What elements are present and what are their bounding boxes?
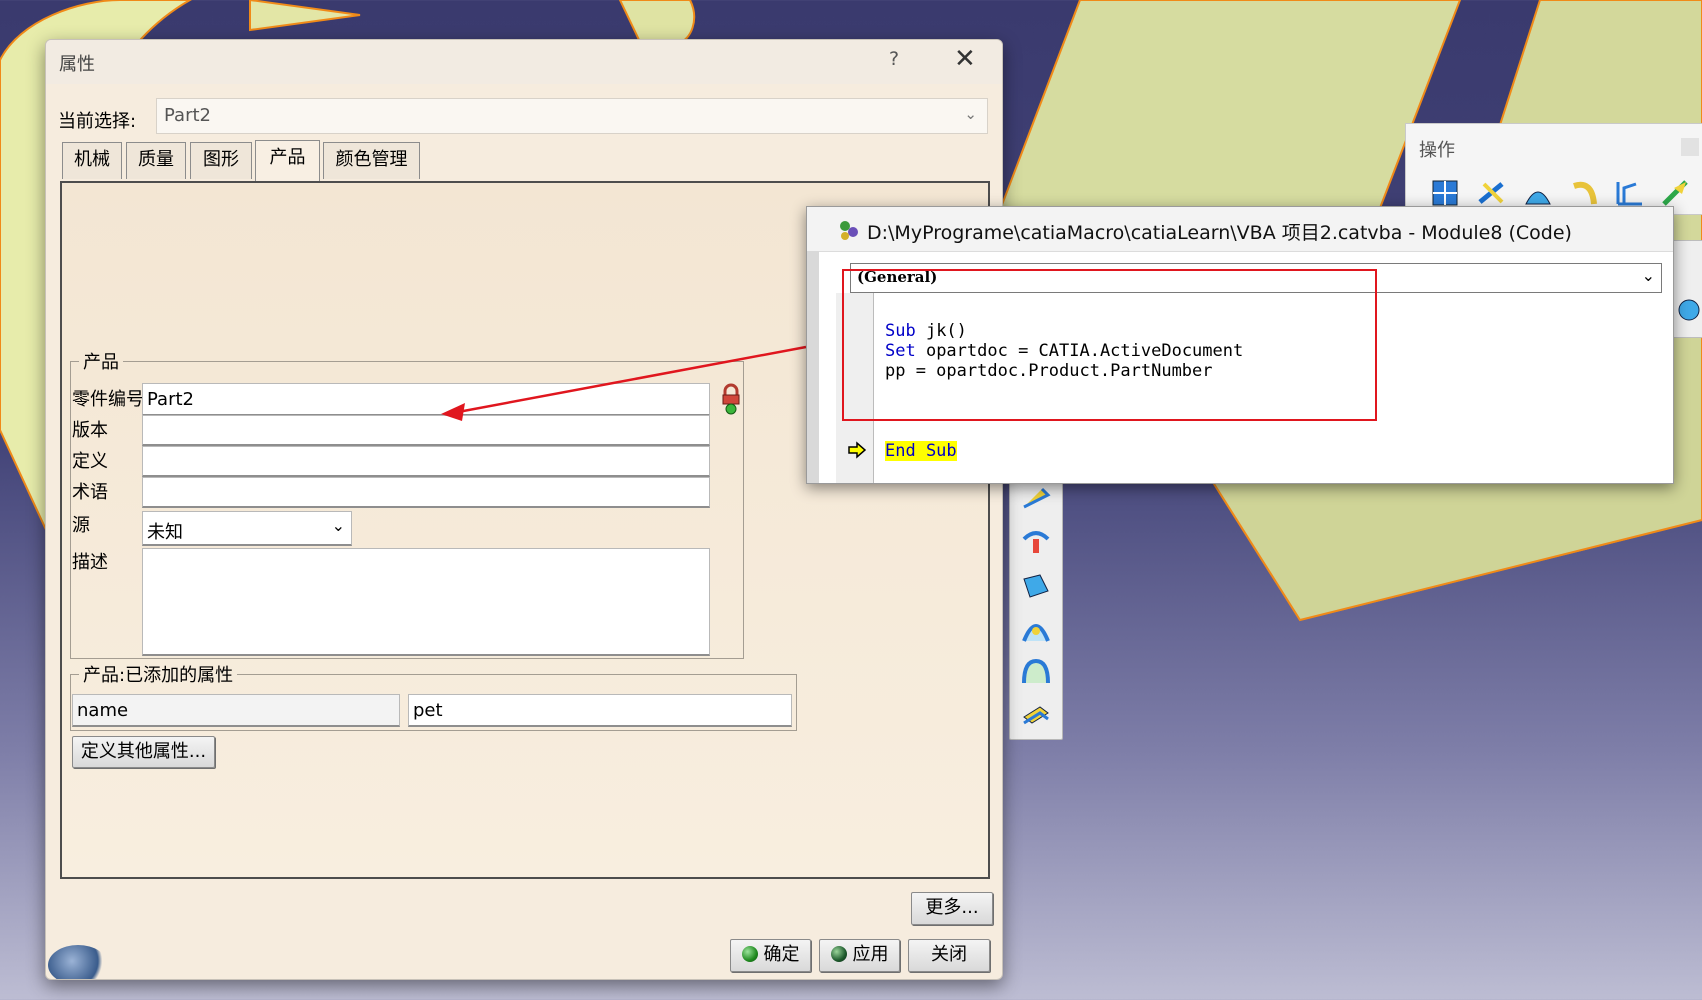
- added-property-value: pet: [413, 700, 443, 721]
- revision-field[interactable]: [142, 415, 710, 446]
- added-property-name-cell: name: [72, 694, 400, 727]
- blend-icon[interactable]: [1020, 657, 1052, 687]
- vba-module-icon: [840, 221, 858, 240]
- loft-icon[interactable]: [1020, 571, 1052, 601]
- close-button[interactable]: 关闭: [908, 939, 990, 972]
- lock-icon[interactable]: [719, 383, 743, 415]
- vba-code-window: D:\MyPrograme\catiaMacro\catiaLearn\VBA …: [806, 206, 1674, 484]
- revision-label: 版本: [72, 420, 108, 441]
- current-selection-value: Part2: [164, 105, 211, 126]
- help-button[interactable]: ?: [889, 48, 899, 70]
- tab-color-management[interactable]: 颜色管理: [323, 142, 420, 179]
- vba-titlebar[interactable]: D:\MyPrograme\catiaMacro\catiaLearn\VBA …: [807, 207, 1673, 252]
- properties-dialog: 属性 ? ✕ 当前选择: Part2 ⌄ 机械 质量 图形 产品 颜色管理 产品…: [45, 39, 1003, 980]
- tab-mechanical[interactable]: 机械: [62, 142, 122, 179]
- apply-button-label: 应用: [852, 944, 889, 965]
- added-property-name: name: [77, 700, 129, 721]
- apply-status-icon: [830, 946, 847, 962]
- trim-icon[interactable]: [1476, 178, 1508, 208]
- apply-button[interactable]: 应用: [819, 939, 900, 972]
- split-icon[interactable]: [1430, 178, 1462, 208]
- toolbar-close-icon[interactable]: [1681, 138, 1699, 156]
- current-selection-label: 当前选择:: [58, 111, 137, 132]
- chevron-down-icon: ⌄: [1641, 266, 1655, 285]
- tab-product[interactable]: 产品: [255, 140, 320, 181]
- added-properties-legend: 产品:已添加的属性: [83, 665, 234, 686]
- translate-icon[interactable]: [1660, 178, 1692, 208]
- source-select[interactable]: 未知 ⌄: [142, 511, 352, 546]
- close-icon[interactable]: ✕: [954, 44, 976, 74]
- part-number-value: Part2: [147, 389, 194, 410]
- multi-section-icon[interactable]: [1020, 699, 1052, 729]
- define-other-properties-button[interactable]: 定义其他属性...: [72, 736, 215, 768]
- ok-button[interactable]: 确定: [730, 939, 811, 972]
- part-number-label: 零件编号: [72, 389, 144, 410]
- vba-frame-edge: [807, 251, 819, 483]
- definition-label: 定义: [72, 451, 108, 472]
- ok-status-icon: [741, 946, 758, 962]
- added-property-value-field[interactable]: pet: [408, 694, 792, 727]
- surface-shape: [618, 0, 696, 43]
- source-value: 未知: [147, 522, 183, 543]
- side-toolbar-strip: [1670, 240, 1702, 338]
- vba-window-title: D:\MyPrograme\catiaMacro\catiaLearn\VBA …: [867, 222, 1572, 244]
- part-number-field[interactable]: Part2: [142, 383, 710, 416]
- dialog-title: 属性: [59, 54, 95, 75]
- compass-icon: [48, 945, 108, 979]
- annotation-highlight-box: [842, 269, 1377, 421]
- code-line-current[interactable]: End Sub: [885, 441, 957, 461]
- end-sub-statement: End Sub: [885, 441, 957, 461]
- source-label: 源: [72, 515, 90, 536]
- vertical-toolbar: [1009, 470, 1063, 740]
- tab-mass[interactable]: 质量: [126, 142, 186, 179]
- definition-field[interactable]: [142, 446, 710, 477]
- sweep-icon[interactable]: [1020, 483, 1052, 513]
- product-group-legend: 产品: [83, 352, 119, 373]
- boundary-icon[interactable]: [1522, 178, 1554, 208]
- ok-button-label: 确定: [763, 944, 800, 965]
- dialog-titlebar[interactable]: 属性 ? ✕: [46, 40, 1002, 84]
- fillet-icon[interactable]: [1614, 178, 1646, 208]
- revolve-icon[interactable]: [1020, 527, 1052, 557]
- tab-graphic[interactable]: 图形: [190, 142, 252, 179]
- description-label: 描述: [72, 552, 108, 573]
- extract-icon[interactable]: [1568, 178, 1600, 208]
- operations-toolbar: 操作: [1405, 123, 1702, 215]
- chevron-down-icon: ⌄: [331, 516, 345, 535]
- execution-pointer-icon: [848, 441, 867, 459]
- nomenclature-label: 术语: [72, 482, 108, 503]
- chevron-down-icon: ⌄: [964, 105, 977, 123]
- operations-toolbar-title: 操作: [1419, 140, 1455, 161]
- description-field[interactable]: [142, 548, 710, 656]
- nomenclature-field[interactable]: [142, 477, 710, 508]
- sphere-icon[interactable]: [1020, 615, 1052, 645]
- current-selection-combo[interactable]: Part2 ⌄: [156, 98, 988, 134]
- surface-tool-icon[interactable]: [1673, 295, 1702, 325]
- more-button[interactable]: 更多...: [911, 892, 993, 925]
- surface-shape: [249, 0, 361, 32]
